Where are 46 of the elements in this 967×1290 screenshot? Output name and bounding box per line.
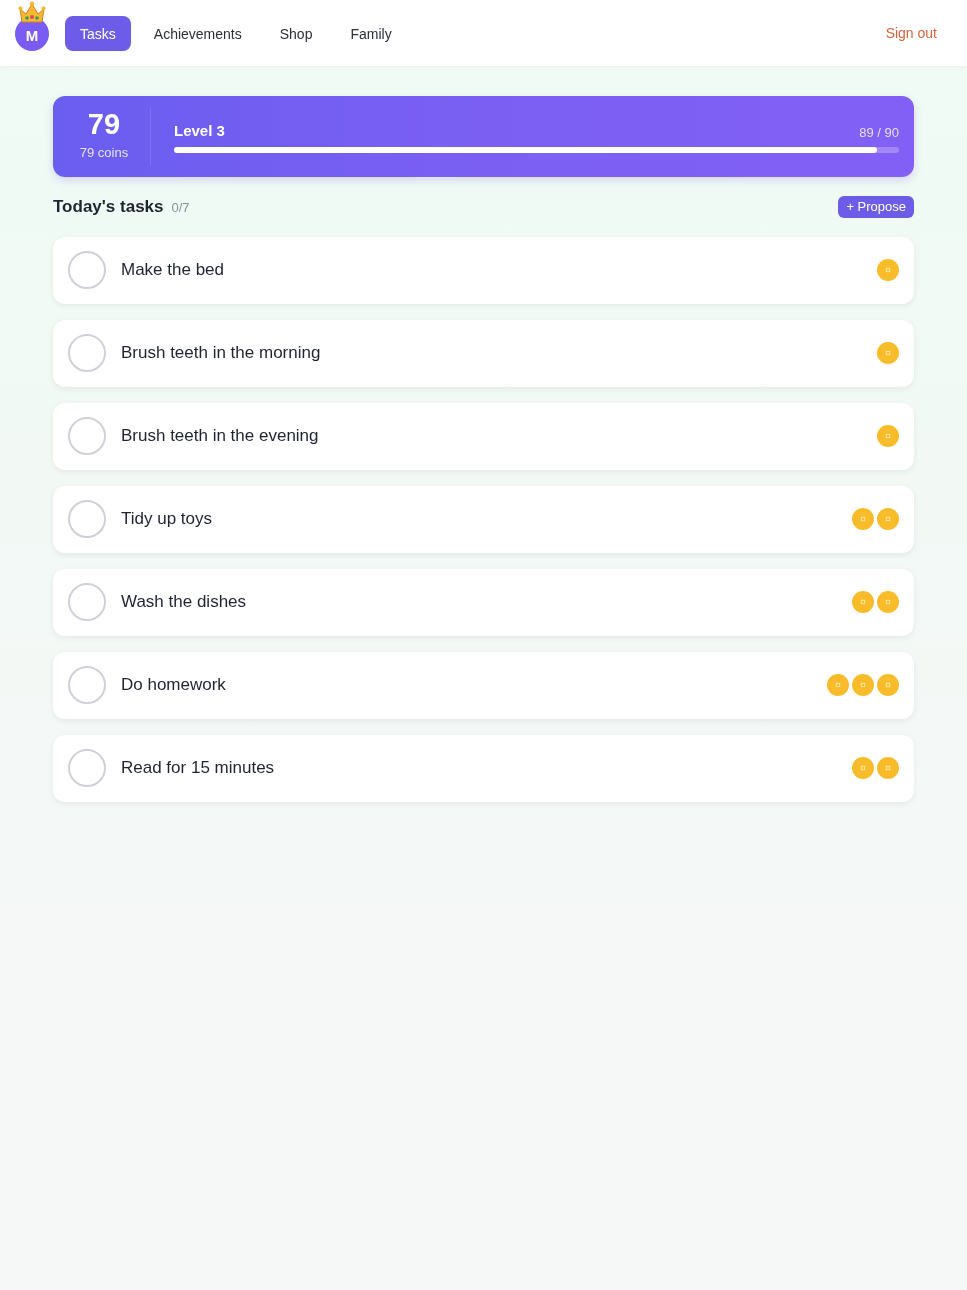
task-card[interactable]: Make the bed	[53, 236, 914, 304]
task-title: Wash the dishes	[121, 591, 247, 614]
task-title: Make the bed	[121, 259, 224, 282]
task-checkbox[interactable]	[68, 417, 106, 455]
nav-tab[interactable]: Family	[335, 15, 407, 51]
task-title: Brush teeth in the morning	[121, 342, 321, 365]
coin-icon	[827, 674, 849, 696]
task-title: Brush teeth in the evening	[121, 425, 319, 448]
crown-icon	[18, 1, 46, 24]
task-checkbox[interactable]	[68, 500, 106, 538]
task-checkbox[interactable]	[68, 251, 106, 289]
level-label: Level 3	[174, 120, 225, 141]
task-checkbox[interactable]	[68, 583, 106, 621]
task-checkbox[interactable]	[68, 749, 106, 787]
nav-tab[interactable]: Shop	[264, 15, 328, 51]
propose-button[interactable]: + Propose	[838, 195, 914, 218]
task-title: Do homework	[121, 674, 226, 697]
task-card[interactable]: Brush teeth in the evening	[53, 402, 914, 470]
task-card[interactable]: Tidy up toys	[53, 485, 914, 553]
progress-text: 89 / 90	[859, 123, 899, 142]
nav-tab[interactable]: Tasks	[65, 15, 131, 51]
coin-icon	[852, 508, 874, 530]
coin-icon	[877, 342, 899, 364]
task-checkbox[interactable]	[68, 334, 106, 372]
coin-icon	[877, 591, 899, 613]
task-card[interactable]: Brush teeth in the morning	[53, 319, 914, 387]
coin-icon	[877, 425, 899, 447]
task-title: Tidy up toys	[121, 508, 213, 531]
coin-icon	[877, 259, 899, 281]
sign-out-link[interactable]: Sign out	[885, 18, 937, 48]
coin-icon	[852, 591, 874, 613]
coin-icon	[877, 674, 899, 696]
coin-label: 79 coins	[79, 144, 129, 163]
task-count: 0/7	[171, 199, 190, 217]
task-title: Read for 15 minutes	[121, 757, 275, 780]
nav-tab[interactable]: Achievements	[138, 15, 257, 51]
section-title: Today's tasks	[53, 196, 164, 218]
coin-icon	[877, 508, 899, 530]
task-card[interactable]: Do homework	[53, 651, 914, 719]
coin-icon	[877, 757, 899, 779]
coin-icon	[852, 674, 874, 696]
task-checkbox[interactable]	[68, 666, 106, 704]
task-card[interactable]: Wash the dishes	[53, 568, 914, 636]
task-card[interactable]: Read for 15 minutes	[53, 734, 914, 802]
coin-icon	[852, 757, 874, 779]
coin-total: 79	[87, 110, 121, 140]
